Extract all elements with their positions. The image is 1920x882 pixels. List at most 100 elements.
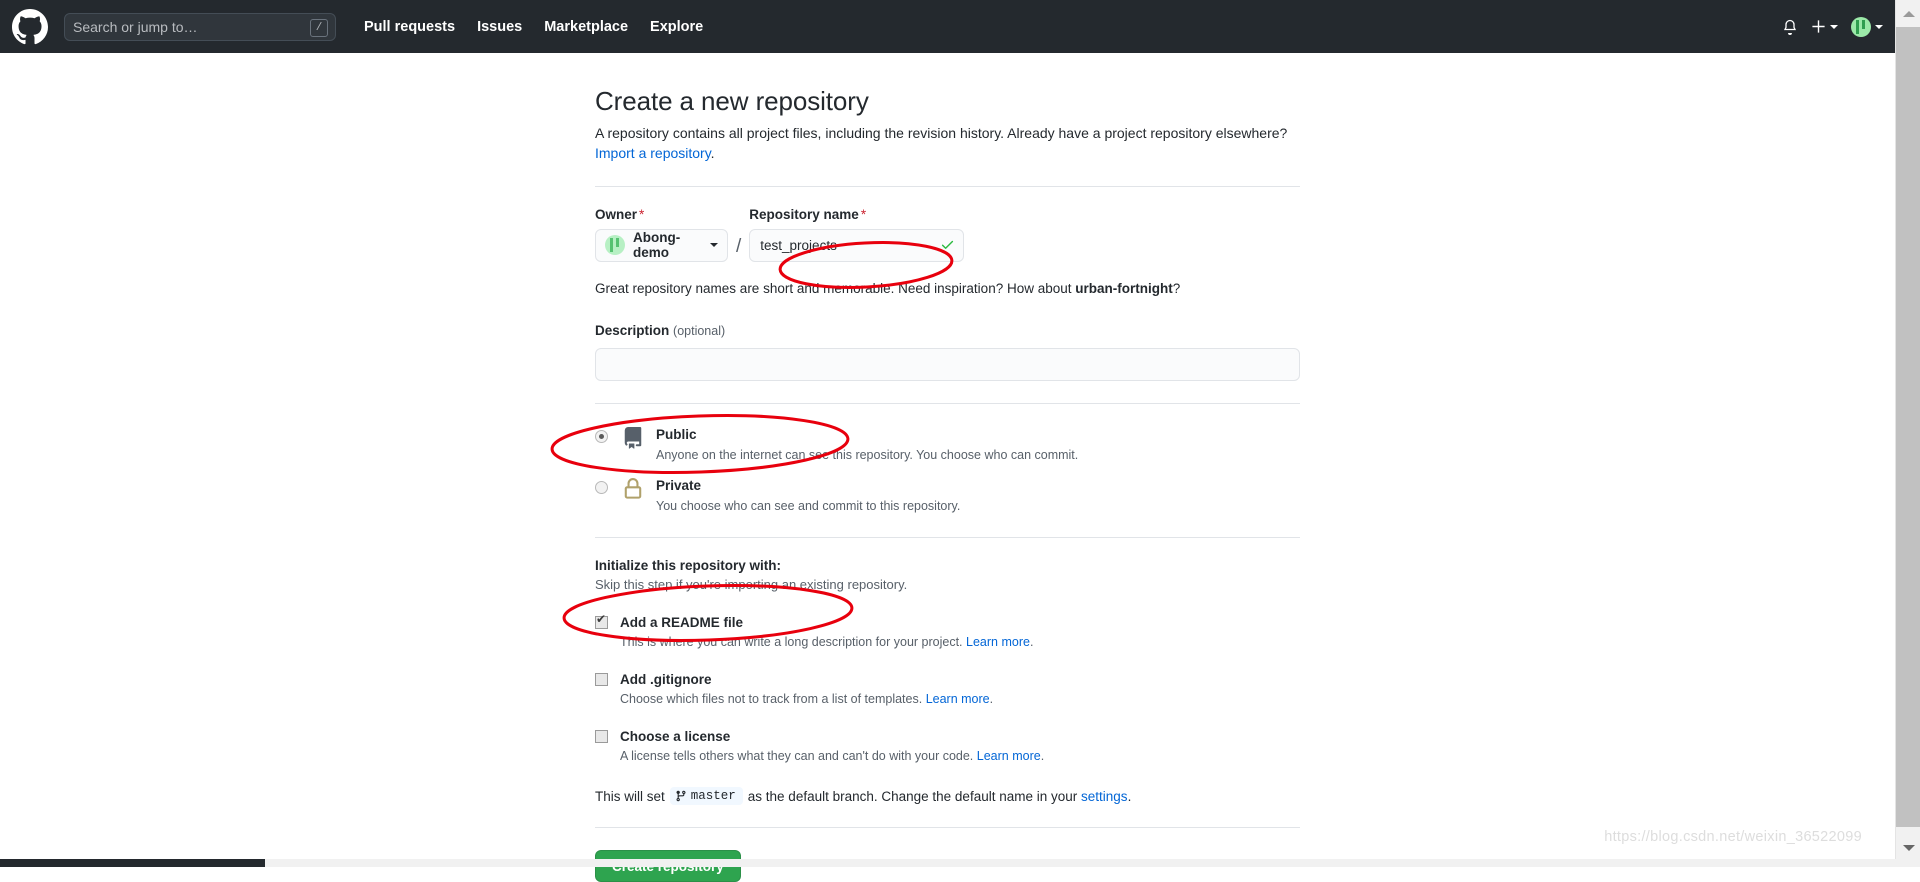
readme-text-col: Add a README file This is where you can … [620,614,1033,649]
search-placeholder-text: Search or jump to… [73,20,198,34]
settings-link[interactable]: settings [1081,789,1128,804]
import-repository-link[interactable]: Import a repository [595,145,711,161]
divider [595,403,1300,404]
visibility-private-text: Private You choose who can see and commi… [656,477,960,515]
readme-label: Add a README file [620,615,743,630]
visibility-option-public[interactable]: Public Anyone on the internet can see th… [595,426,1300,464]
lock-icon [622,478,644,505]
private-radio[interactable] [595,481,608,494]
gitignore-description-text: Choose which files not to track from a l… [620,692,922,706]
scroll-up-button[interactable] [1896,0,1920,27]
license-description: A license tells others what they can and… [620,749,1044,763]
description-input[interactable] [595,348,1300,381]
required-marker: * [639,207,644,222]
vertical-scrollbar-thumb[interactable] [1896,27,1920,827]
nav-issues[interactable]: Issues [477,19,522,35]
git-branch-icon [675,790,687,802]
repository-name-input-wrap [749,229,964,262]
nav-explore[interactable]: Explore [650,19,703,35]
initialize-section: Initialize this repository with: Skip th… [595,558,1300,805]
import-link-suffix: . [711,145,715,161]
description-label: Description (optional) [595,323,725,338]
plus-icon[interactable] [1811,19,1838,34]
watermark: https://blog.csdn.net/weixin_36522099 [1604,829,1862,845]
gitignore-description: Choose which files not to track from a l… [620,692,993,706]
page-intro-text: A repository contains all project files,… [595,125,1287,141]
avatar[interactable] [1851,17,1883,37]
readme-learn-more-suffix: . [1030,635,1033,649]
default-branch-chip: master [670,787,743,805]
repository-name-input[interactable] [749,229,964,262]
owner-and-name-row: Owner* Abong-demo / Repository name* [595,207,1300,262]
visibility-public-name: Public [656,427,697,442]
page-intro: A repository contains all project files,… [595,123,1300,164]
gitignore-text-col: Add .gitignore Choose which files not to… [620,671,993,706]
gitignore-label: Add .gitignore [620,672,712,687]
visibility-public-description: Anyone on the internet can see this repo… [656,447,1078,464]
public-radio[interactable] [595,430,608,443]
license-learn-more-suffix: . [1041,749,1044,763]
gitignore-learn-more-link[interactable]: Learn more [926,692,990,706]
initialize-title: Initialize this repository with: [595,558,1300,573]
search-input[interactable]: Search or jump to… / [64,13,336,41]
repo-book-icon [622,427,644,454]
owner-label-text: Owner [595,207,637,222]
repository-name-label-text: Repository name [749,207,859,222]
visibility-public-text: Public Anyone on the internet can see th… [656,426,1078,464]
visibility-option-private[interactable]: Private You choose who can see and commi… [595,477,1300,515]
owner-avatar-icon [605,235,625,255]
search-shortcut-badge: / [310,19,328,37]
nav-pull-requests[interactable]: Pull requests [364,19,455,35]
chevron-down-icon[interactable] [1875,25,1883,29]
description-optional-note: (optional) [673,324,725,338]
license-learn-more-link[interactable]: Learn more [977,749,1041,763]
init-option-gitignore[interactable]: Add .gitignore Choose which files not to… [595,671,1300,706]
readme-description: This is where you can write a long descr… [620,635,1033,649]
check-icon [940,237,955,252]
default-branch-note: This will set master as the default bran… [595,787,1300,805]
license-description-text: A license tells others what they can and… [620,749,973,763]
required-marker: * [861,207,866,222]
readme-description-text: This is where you can write a long descr… [620,635,963,649]
visibility-private-name: Private [656,478,701,493]
inspiration-suffix: ? [1173,281,1181,296]
visibility-private-description: You choose who can see and commit to thi… [656,498,960,515]
scroll-down-button[interactable] [1896,837,1920,859]
vertical-scrollbar[interactable] [1895,0,1920,859]
init-option-license[interactable]: Choose a license A license tells others … [595,728,1300,763]
horizontal-scrollbar-thumb[interactable] [0,859,265,867]
default-branch-name: master [691,789,736,803]
init-option-readme[interactable]: Add a README file This is where you can … [595,614,1300,649]
page-title: Create a new repository [595,86,1300,117]
divider [595,186,1300,187]
new-repository-form: Create a new repository A repository con… [595,86,1300,882]
visibility-options: Public Anyone on the internet can see th… [595,426,1300,516]
nav-marketplace[interactable]: Marketplace [544,19,628,35]
chevron-down-icon[interactable] [710,243,718,247]
branch-note-middle: as the default branch. Change the defaul… [748,789,1077,804]
global-header: Search or jump to… / Pull requests Issue… [0,0,1895,53]
description-label-text: Description [595,323,669,338]
gitignore-checkbox[interactable] [595,673,608,686]
license-checkbox[interactable] [595,730,608,743]
bell-icon[interactable] [1782,19,1798,35]
header-right-actions [1782,0,1883,53]
branch-note-prefix: This will set [595,789,665,804]
owner-dropdown[interactable]: Abong-demo [595,229,728,262]
divider [595,537,1300,538]
path-separator: / [736,236,741,258]
repo-name-inspiration: Great repository names are short and mem… [595,281,1300,296]
initialize-subtitle: Skip this step if you're importing an ex… [595,577,1300,592]
chevron-down-icon[interactable] [1830,25,1838,29]
gitignore-learn-more-suffix: . [990,692,993,706]
horizontal-scrollbar[interactable] [0,859,1920,867]
inspiration-prefix: Great repository names are short and mem… [595,281,1075,296]
license-label: Choose a license [620,729,730,744]
description-field: Description (optional) [595,322,1300,381]
repository-name-field: Repository name* [749,207,964,262]
readme-checkbox[interactable] [595,616,608,629]
github-mark-icon[interactable] [12,9,48,45]
inspiration-suggestion: urban-fortnight [1075,281,1172,296]
readme-learn-more-link[interactable]: Learn more [966,635,1030,649]
owner-selected-value: Abong-demo [633,230,704,260]
